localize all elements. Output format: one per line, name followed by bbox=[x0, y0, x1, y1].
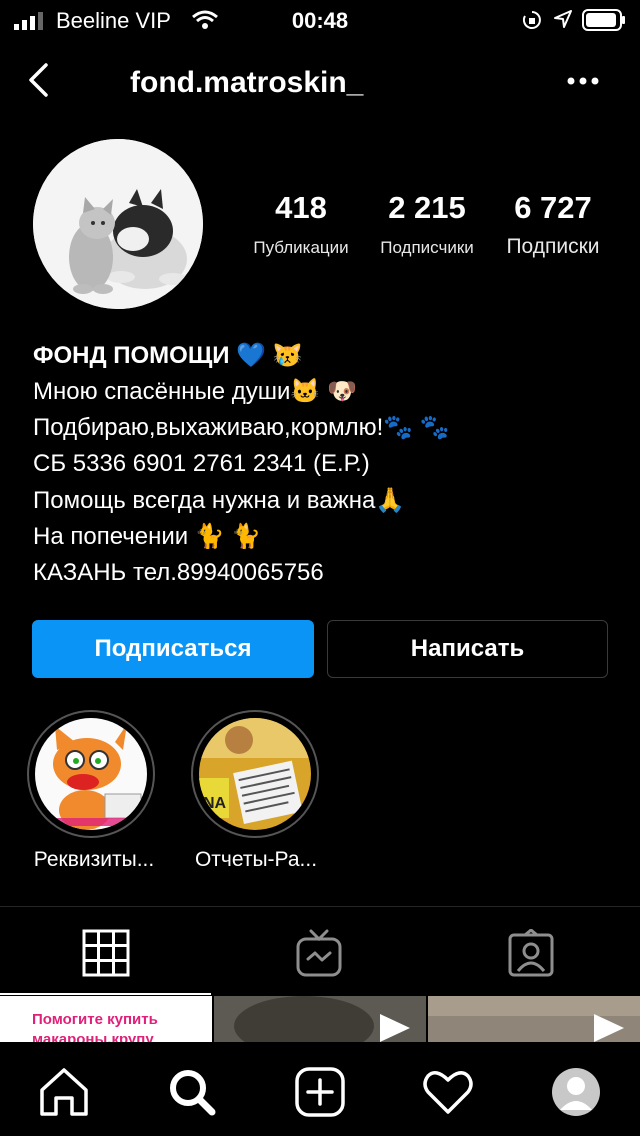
battery-icon bbox=[582, 9, 625, 31]
profile-avatar[interactable] bbox=[550, 1066, 602, 1118]
follow-button[interactable]: Подписаться bbox=[32, 620, 314, 678]
profile-username: fond.matroskin_ bbox=[130, 66, 364, 99]
post-thumbnail[interactable] bbox=[428, 996, 640, 1042]
followers-number: 2 215 bbox=[388, 190, 466, 225]
home-icon[interactable] bbox=[38, 1066, 90, 1118]
posts-grid: Помогите купить макароны,крупу bbox=[0, 996, 640, 1042]
back-icon[interactable] bbox=[26, 62, 52, 98]
bio-line: Подбираю,выхаживаю,кормлю!🐾 🐾 bbox=[33, 414, 450, 441]
highlight-cover-receipt: NA bbox=[199, 718, 311, 830]
post-thumbnail[interactable] bbox=[214, 996, 426, 1042]
avatar-photo bbox=[33, 139, 203, 309]
grid-icon[interactable] bbox=[82, 929, 130, 977]
bottom-navigation bbox=[0, 1042, 640, 1136]
location-icon bbox=[554, 10, 572, 28]
post-overlay-text: Помогите купить макароны,крупу bbox=[32, 1011, 158, 1042]
status-bar: Beeline VIP 00:48 bbox=[0, 0, 640, 40]
add-post-icon[interactable] bbox=[294, 1066, 346, 1118]
posts-number: 418 bbox=[275, 190, 327, 225]
highlight-label: Реквизиты... bbox=[33, 848, 155, 871]
video-icon bbox=[234, 996, 410, 1042]
following-label: Подписки bbox=[506, 235, 600, 258]
highlight-requisites[interactable] bbox=[27, 710, 157, 840]
message-button[interactable]: Написать bbox=[327, 620, 608, 678]
following-count[interactable]: 6 727 Подписки bbox=[494, 190, 612, 259]
status-time: 00:48 bbox=[291, 8, 349, 33]
bio-line: На попечении 🐈 🐈 bbox=[33, 523, 262, 550]
bio-line-phone[interactable]: КАЗАНЬ тел.89940065756 bbox=[33, 559, 324, 587]
igtv-icon[interactable] bbox=[295, 929, 343, 977]
active-tab-indicator bbox=[0, 993, 211, 995]
post-thumbnail[interactable]: Помогите купить макароны,крупу bbox=[0, 996, 212, 1042]
profile-avatar[interactable] bbox=[33, 139, 203, 309]
posts-label: Публикации bbox=[253, 238, 349, 257]
posts-count[interactable]: 418 Публикации bbox=[240, 190, 362, 258]
followers-label: Подписчики bbox=[380, 238, 474, 257]
followers-count[interactable]: 2 215 Подписчики bbox=[368, 190, 486, 258]
search-icon[interactable] bbox=[166, 1066, 218, 1118]
activity-icon[interactable] bbox=[422, 1066, 474, 1118]
highlight-cover-cat bbox=[35, 718, 147, 830]
rotation-lock-icon bbox=[522, 11, 541, 29]
highlight-reports[interactable]: NA bbox=[191, 710, 321, 840]
following-number: 6 727 bbox=[514, 190, 592, 225]
bio-line: СБ 5336 6901 2761 2341 (Е.Р.) bbox=[33, 450, 370, 477]
tagged-icon[interactable] bbox=[507, 929, 555, 977]
bio-name: ФОНД ПОМОЩИ 💙 😿 bbox=[33, 342, 303, 369]
video-icon bbox=[428, 996, 640, 1042]
bio-line: Помощь всегда нужна и важна🙏 bbox=[33, 487, 406, 514]
bio-line: Мною спасённые души🐱 🐶 bbox=[33, 378, 357, 405]
profile-tabs bbox=[0, 906, 640, 995]
highlight-label: Отчеты-Ра... bbox=[194, 848, 318, 871]
more-icon[interactable] bbox=[566, 76, 600, 86]
